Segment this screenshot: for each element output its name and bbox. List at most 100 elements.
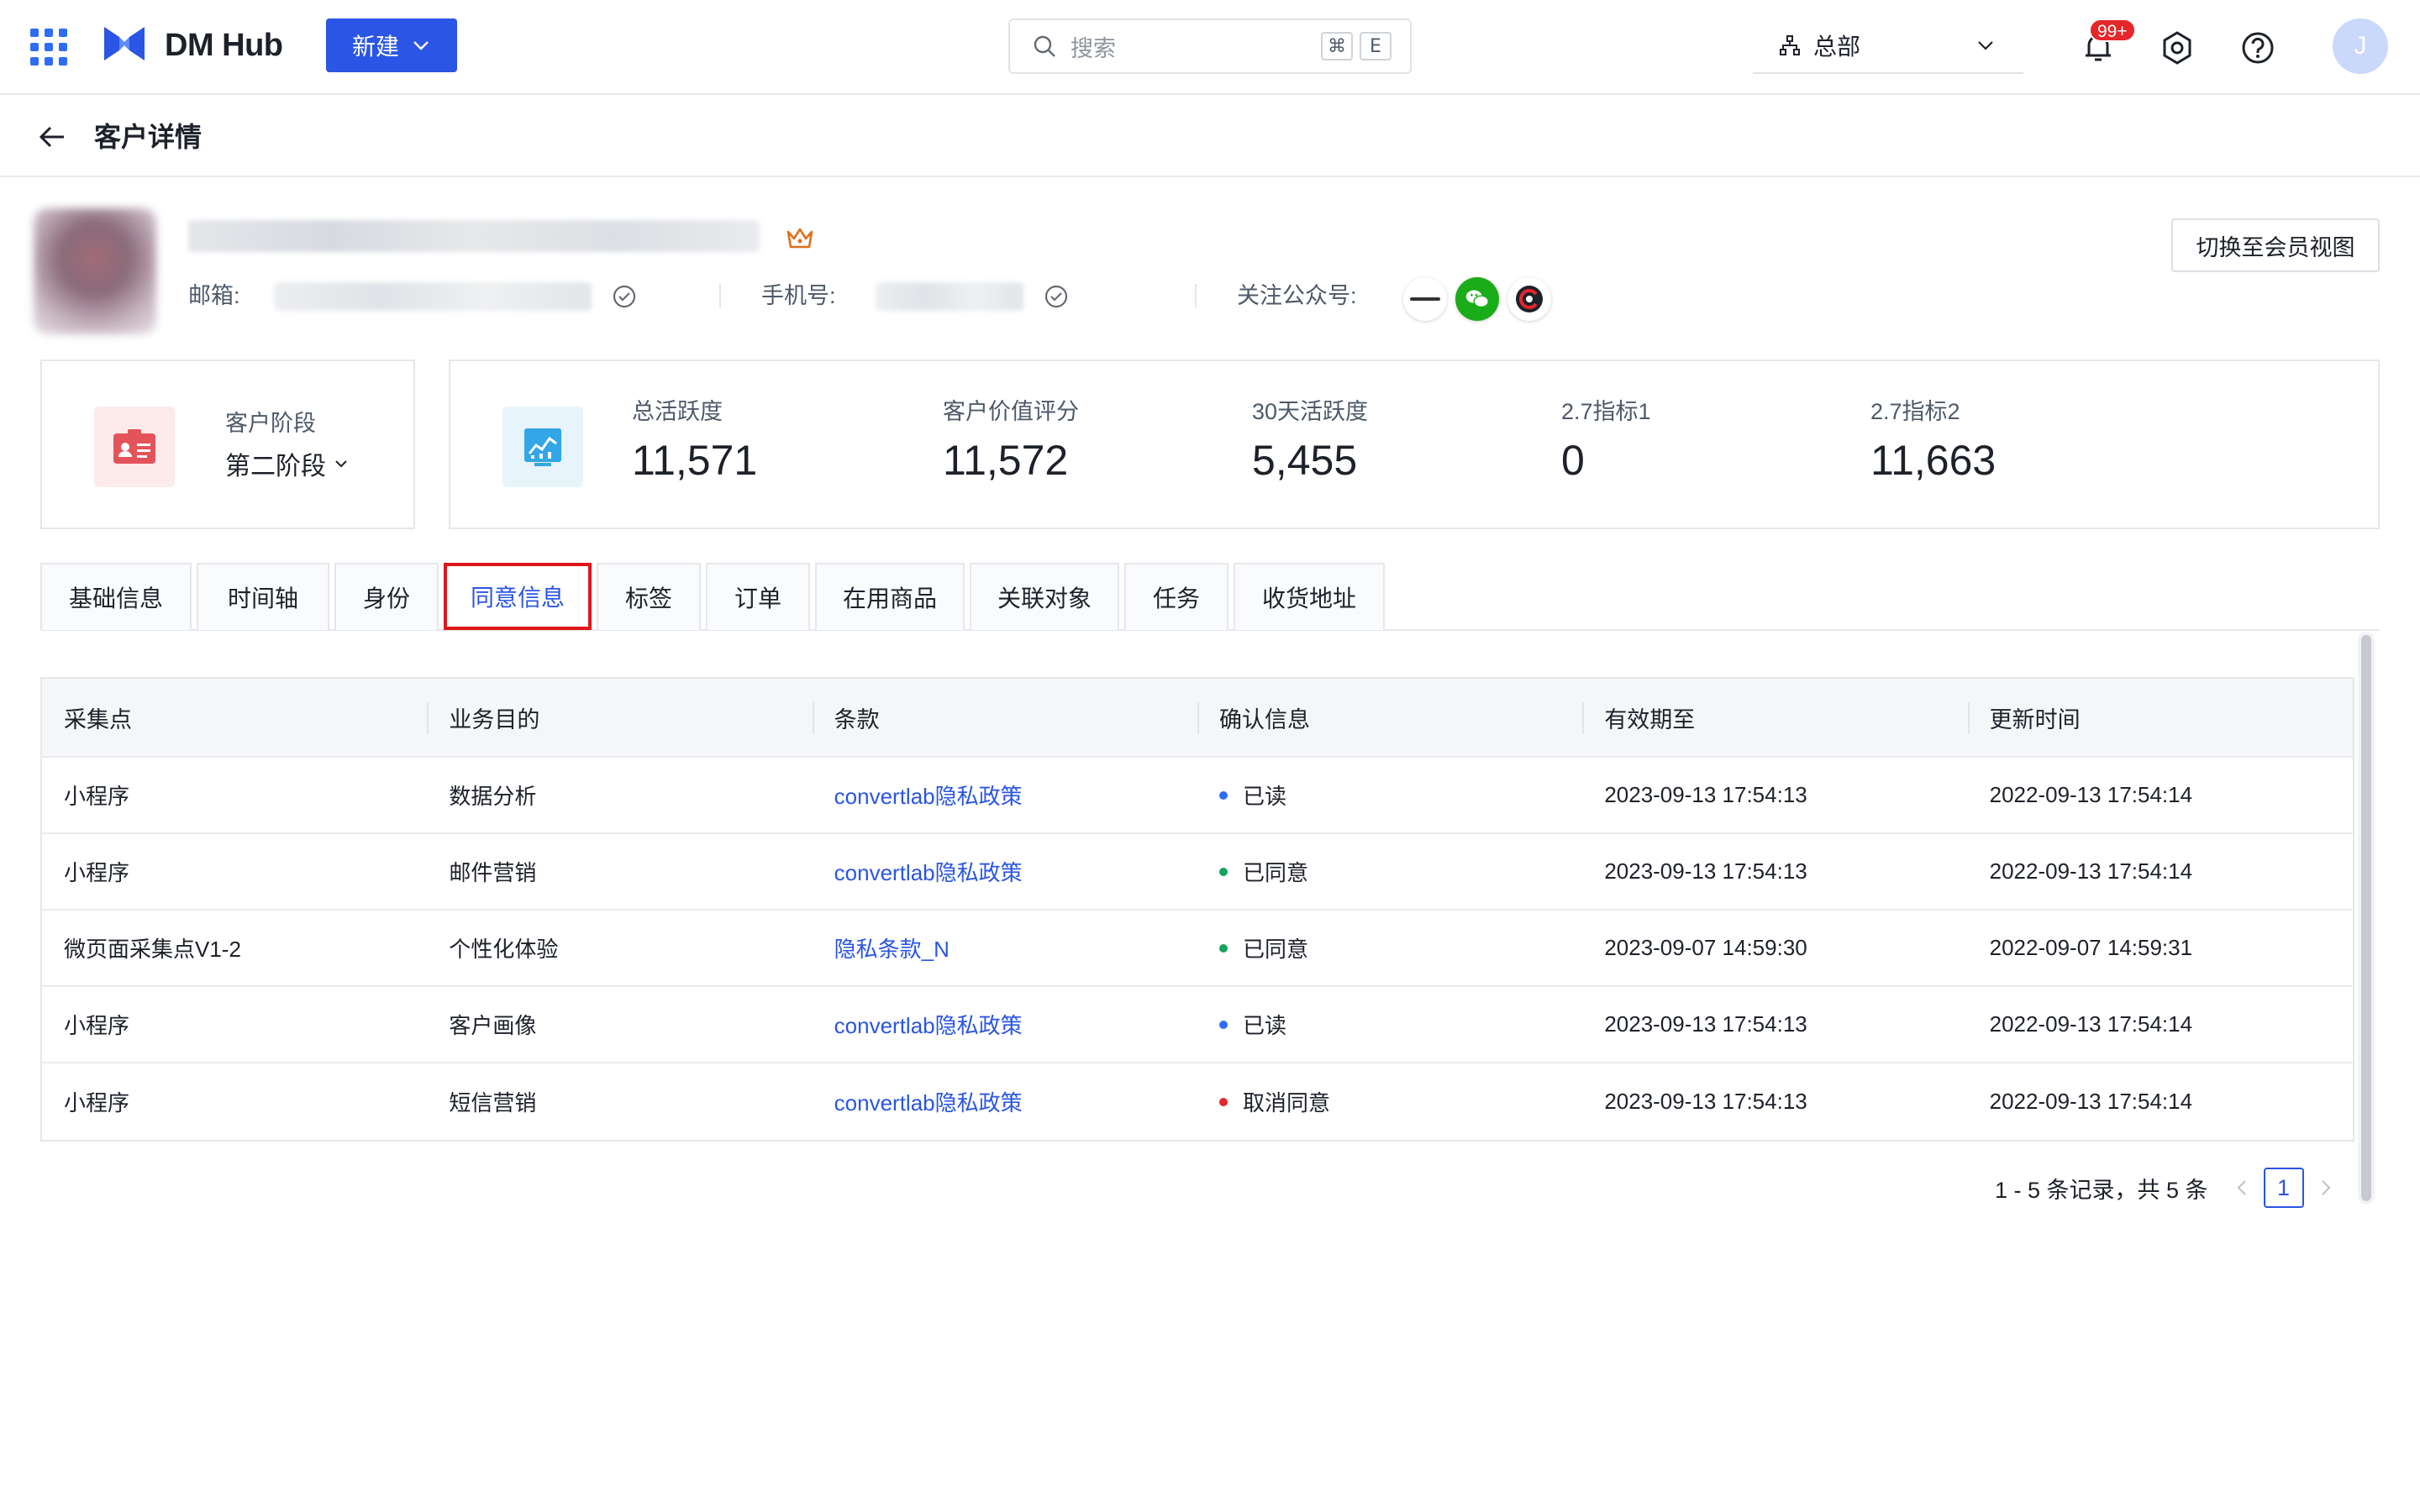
tab-shipping-address[interactable]: 收货地址 xyxy=(1234,563,1385,630)
metric-value: 11,571 xyxy=(632,437,758,484)
table-row: 小程序 短信营销 convertlab隐私政策 取消同意 2023-09-13 … xyxy=(42,1063,2353,1140)
check-circle-icon xyxy=(613,285,636,308)
org-name: 总部 xyxy=(1813,34,1861,60)
tab-products-in-use[interactable]: 在用商品 xyxy=(815,563,965,630)
metric-label: 2.7指标1 xyxy=(1561,399,1651,424)
cell-valid-until: 2023-09-13 17:54:13 xyxy=(1604,1089,1807,1114)
table-header-row: 采集点 业务目的 条款 确认信息 有效期至 更新时间 xyxy=(42,679,2353,758)
tab-related-objects[interactable]: 关联对象 xyxy=(970,563,1119,630)
chevron-down-icon xyxy=(413,41,429,50)
cell-purpose: 邮件营销 xyxy=(449,860,537,885)
cell-purpose: 客户画像 xyxy=(449,1013,537,1038)
terms-link[interactable]: convertlab隐私政策 xyxy=(834,1009,1023,1040)
divider xyxy=(719,284,721,307)
chevron-left-icon[interactable] xyxy=(2230,1176,2254,1200)
help-icon[interactable] xyxy=(2238,29,2277,67)
settings-icon[interactable] xyxy=(2158,29,2196,67)
detail-tabs: 基础信息 时间轴 身份 同意信息 标签 订单 在用商品 关联对象 任务 收货地址 xyxy=(40,563,1385,630)
wechat-account-list xyxy=(1403,277,1551,321)
page-number-button[interactable]: 1 xyxy=(2263,1168,2304,1208)
cell-valid-until: 2023-09-07 14:59:30 xyxy=(1604,935,1807,960)
brand-account-icon[interactable] xyxy=(1507,277,1551,321)
switch-to-member-view-button[interactable]: 切换至会员视图 xyxy=(2171,218,2380,272)
customer-stage-dropdown[interactable]: 第二阶段 xyxy=(225,445,350,482)
cell-updated-time: 2022-09-13 17:54:14 xyxy=(1989,858,2193,884)
status-text: 已读 xyxy=(1242,784,1286,809)
column-header: 业务目的 xyxy=(427,679,812,756)
chevron-right-icon[interactable] xyxy=(2314,1176,2338,1200)
table-row: 小程序 客户画像 convertlab隐私政策 已读 2023-09-13 17… xyxy=(42,987,2353,1063)
tab-orders[interactable]: 订单 xyxy=(706,563,810,630)
search-icon xyxy=(1034,35,1055,57)
customer-stage-value: 第二阶段 xyxy=(225,453,326,480)
metric-value: 11,663 xyxy=(1870,437,1996,484)
email-redacted xyxy=(274,282,592,311)
metric-label: 30天活跃度 xyxy=(1252,399,1369,424)
chevron-down-icon xyxy=(1978,41,1993,50)
column-header: 采集点 xyxy=(64,706,132,732)
tab-identity[interactable]: 身份 xyxy=(334,563,439,630)
status-text: 已读 xyxy=(1242,1013,1286,1038)
cell-purpose: 短信营销 xyxy=(449,1090,537,1116)
terms-link[interactable]: convertlab隐私政策 xyxy=(834,1086,1023,1117)
table-row: 微页面采集点V1-2 个性化体验 隐私条款_N 已同意 2023-09-07 1… xyxy=(42,911,2353,987)
metric-label: 总活跃度 xyxy=(632,399,723,424)
cell-status: 已同意 xyxy=(1197,834,1582,909)
search-box[interactable]: 搜索 ⌘ E xyxy=(1008,18,1412,74)
pagination: 1 - 5 条记录，共 5 条 1 xyxy=(1995,1166,2338,1210)
cell-status: 取消同意 xyxy=(1197,1063,1582,1140)
terms-link[interactable]: 隐私条款_N xyxy=(834,932,950,963)
consent-table: 采集点 业务目的 条款 确认信息 有效期至 更新时间 小程序 数据分析 conv… xyxy=(40,677,2354,1142)
customer-name-redacted xyxy=(188,220,760,252)
metric-label: 客户价值评分 xyxy=(943,399,1079,424)
user-avatar[interactable]: J xyxy=(2333,18,2388,74)
cell-collection-point: 小程序 xyxy=(64,1013,130,1038)
status-dot xyxy=(1218,943,1228,953)
pagination-summary: 1 - 5 条记录，共 5 条 xyxy=(1995,1177,2208,1203)
org-tree-icon xyxy=(1780,35,1800,55)
chart-icon xyxy=(502,407,583,487)
status-text: 已同意 xyxy=(1242,937,1308,962)
id-card-icon xyxy=(94,407,175,487)
metric-customer-value-score: 客户价值评分 11,572 xyxy=(943,396,1079,486)
column-header: 更新时间 xyxy=(1967,679,2353,756)
arrow-left-icon[interactable] xyxy=(37,122,67,152)
app-name: DM Hub xyxy=(165,28,283,63)
metric-label: 2.7指标2 xyxy=(1870,399,1960,424)
tab-tasks[interactable]: 任务 xyxy=(1124,563,1228,630)
status-text: 取消同意 xyxy=(1242,1090,1330,1116)
table-row: 小程序 数据分析 convertlab隐私政策 已读 2023-09-13 17… xyxy=(42,758,2353,834)
tab-basic-info[interactable]: 基础信息 xyxy=(40,563,192,630)
page-header: 客户详情 xyxy=(0,95,2420,177)
scrollbar-thumb[interactable] xyxy=(2361,635,2371,1201)
status-dot xyxy=(1218,1020,1228,1029)
column-header: 条款 xyxy=(812,679,1197,756)
terms-link[interactable]: convertlab隐私政策 xyxy=(834,780,1023,811)
cell-valid-until: 2023-09-13 17:54:13 xyxy=(1604,782,1807,807)
metric-30-day-activity: 30天活跃度 5,455 xyxy=(1252,396,1368,486)
tab-tags[interactable]: 标签 xyxy=(597,563,701,630)
cell-status: 已读 xyxy=(1197,758,1582,832)
status-dot xyxy=(1218,790,1228,800)
convertlab-account-icon[interactable] xyxy=(1403,277,1447,321)
tab-timeline[interactable]: 时间轴 xyxy=(197,563,329,630)
email-label: 邮箱: xyxy=(188,283,240,308)
metric-value: 5,455 xyxy=(1252,437,1358,484)
metric-total-activity: 总活跃度 11,571 xyxy=(632,396,757,486)
new-button[interactable]: 新建 xyxy=(326,18,457,72)
cell-valid-until: 2023-09-13 17:54:13 xyxy=(1604,1011,1807,1037)
org-selector[interactable]: 总部 xyxy=(1753,18,2023,74)
crown-icon xyxy=(786,228,813,249)
cell-collection-point: 小程序 xyxy=(64,860,130,885)
metric-indicator-2: 2.7指标2 11,663 xyxy=(1870,396,1996,486)
divider xyxy=(1195,284,1197,307)
cell-valid-until: 2023-09-13 17:54:13 xyxy=(1604,858,1807,884)
tab-consent-info[interactable]: 同意信息 xyxy=(444,563,592,630)
cell-updated-time: 2022-09-13 17:54:14 xyxy=(1989,1089,2193,1114)
cell-collection-point: 小程序 xyxy=(64,784,130,809)
terms-link[interactable]: convertlab隐私政策 xyxy=(834,856,1023,887)
phone-redacted xyxy=(876,282,1023,311)
wechat-icon[interactable] xyxy=(1455,277,1499,321)
apps-grid-icon[interactable] xyxy=(30,29,67,66)
cell-status: 已读 xyxy=(1197,987,1582,1062)
